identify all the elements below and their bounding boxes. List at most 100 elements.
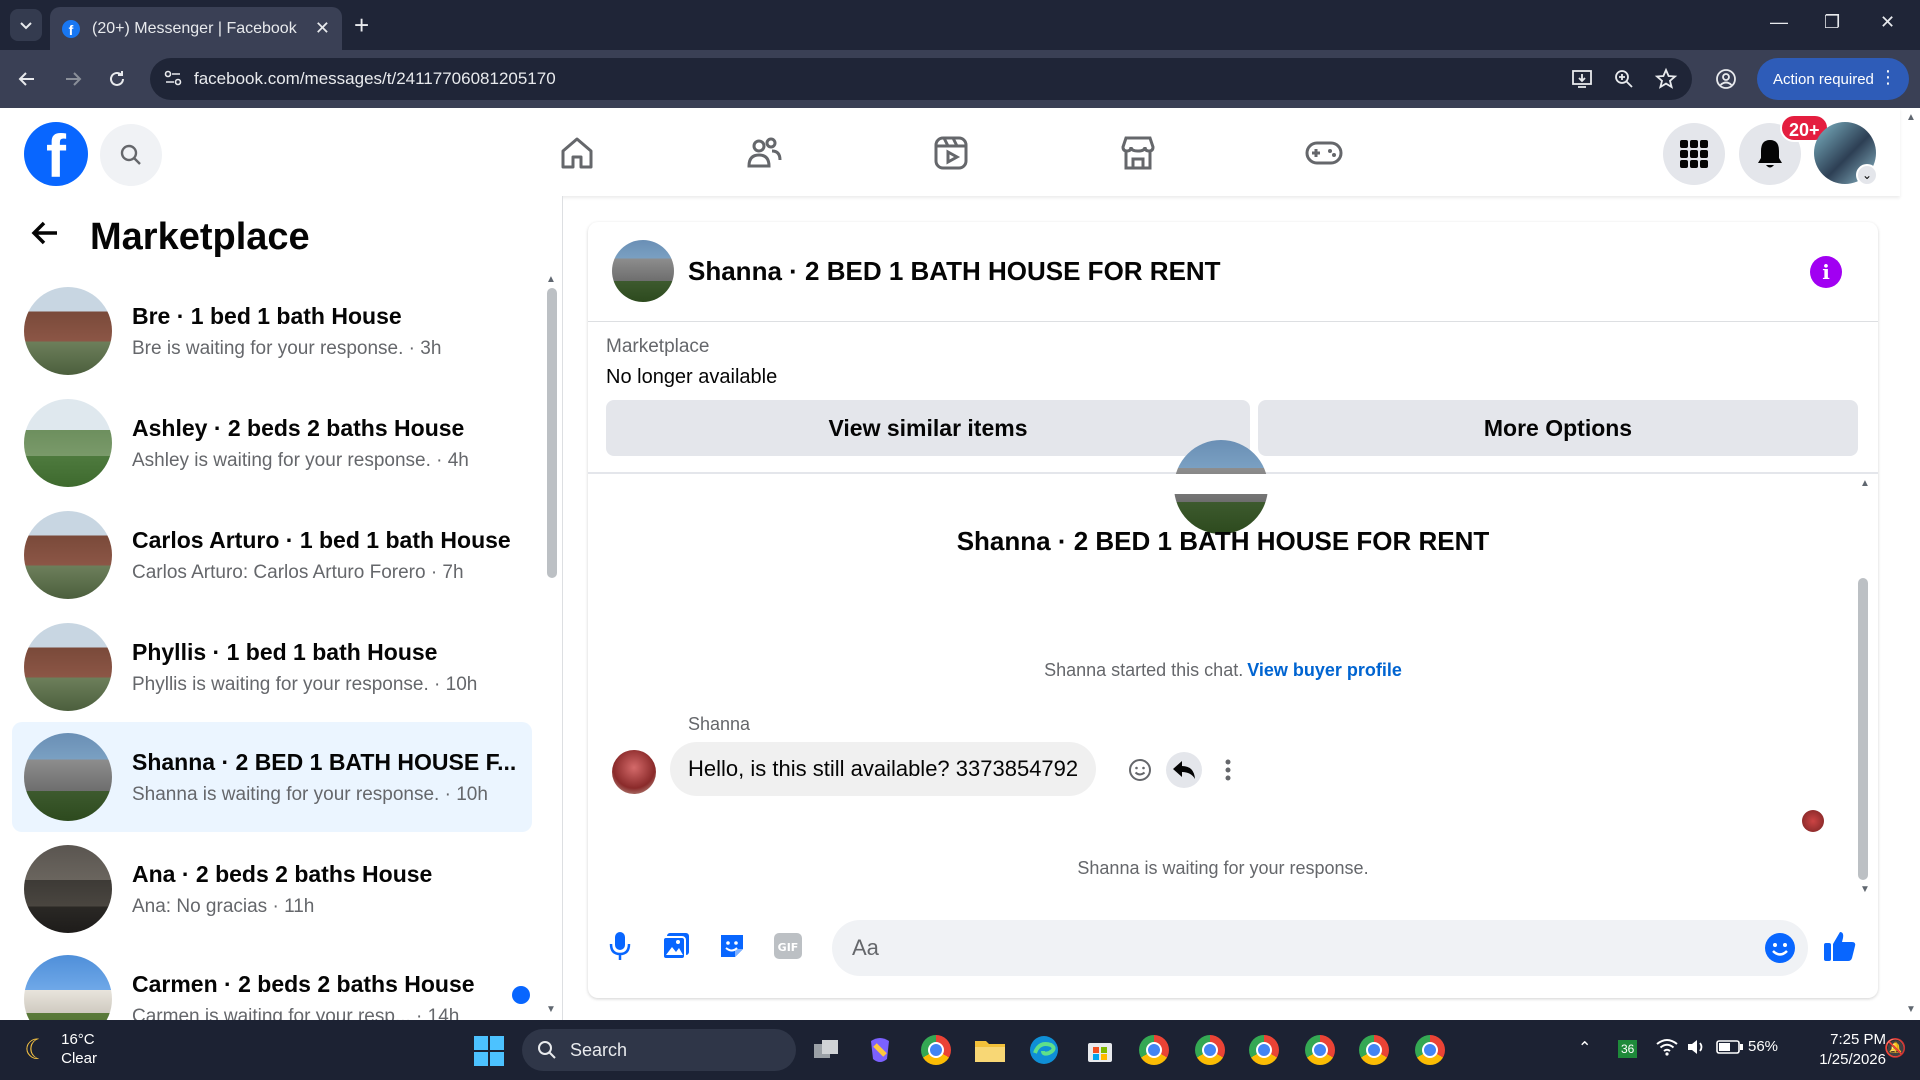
- chevron-up-icon[interactable]: ⌃: [1578, 1038, 1591, 1058]
- volume-icon[interactable]: [1686, 1038, 1708, 1061]
- more-options-button[interactable]: More Options: [1258, 400, 1858, 456]
- minimize-button[interactable]: —: [1770, 12, 1788, 33]
- listing-thumbnail: [24, 845, 112, 933]
- sticker-button[interactable]: [714, 928, 750, 964]
- emoji-icon[interactable]: [1764, 932, 1796, 964]
- reply-button[interactable]: [1166, 752, 1202, 788]
- forward-button[interactable]: [56, 62, 90, 96]
- gaming-tab[interactable]: [1299, 130, 1349, 176]
- view-similar-items-button[interactable]: View similar items: [606, 400, 1250, 456]
- chrome-profile-icon[interactable]: [1412, 1032, 1448, 1068]
- scroll-up-arrow-icon[interactable]: ▲: [1860, 478, 1870, 489]
- conversation-item[interactable]: Phyllis · 1 bed 1 bath House Phyllis is …: [12, 612, 532, 722]
- facebook-favicon-icon: f: [62, 19, 80, 38]
- action-required-label: Action required: [1773, 70, 1874, 88]
- menu-button[interactable]: [1663, 123, 1725, 185]
- attach-photo-button[interactable]: [658, 928, 694, 964]
- home-tab[interactable]: [552, 130, 602, 176]
- sender-avatar[interactable]: [612, 750, 656, 794]
- friends-tab[interactable]: [739, 130, 789, 176]
- conversation-item[interactable]: Bre · 1 bed 1 bath House Bre is waiting …: [12, 276, 532, 386]
- started-text: Shanna started this chat.: [1044, 660, 1244, 680]
- reload-button[interactable]: [100, 62, 134, 96]
- conversation-item[interactable]: Carlos Arturo · 1 bed 1 bath House Carlo…: [12, 500, 532, 610]
- tab-search-button[interactable]: [10, 9, 42, 41]
- chrome-profile-icon[interactable]: [1192, 1032, 1228, 1068]
- chrome-profile-icon[interactable]: [1302, 1032, 1338, 1068]
- edge-icon[interactable]: [1026, 1032, 1062, 1068]
- site-settings-icon[interactable]: [162, 67, 184, 89]
- chrome-profile-icon[interactable]: [1136, 1032, 1172, 1068]
- chevron-down-icon[interactable]: ⌄: [1856, 164, 1878, 186]
- chrome-profile-icon[interactable]: [1356, 1032, 1392, 1068]
- zoom-icon[interactable]: [1612, 67, 1636, 91]
- system-clock[interactable]: 7:25 PM 1/25/2026: [1796, 1030, 1886, 1070]
- view-buyer-profile-link[interactable]: View buyer profile: [1247, 660, 1402, 680]
- notification-bell-icon[interactable]: 🔕: [1884, 1038, 1906, 1059]
- battery-indicator[interactable]: 56%: [1716, 1038, 1778, 1055]
- install-app-icon[interactable]: [1570, 67, 1594, 91]
- m365-icon[interactable]: [862, 1032, 898, 1068]
- video-tab[interactable]: [926, 130, 976, 176]
- file-explorer-icon[interactable]: [972, 1032, 1008, 1068]
- conversation-preview: Carlos Arturo: Carlos Arturo Forero · 7h: [132, 561, 464, 583]
- conversations-scrollbar[interactable]: [547, 288, 557, 578]
- react-button[interactable]: [1122, 752, 1158, 788]
- marketplace-tab[interactable]: [1113, 130, 1163, 176]
- new-tab-button[interactable]: +: [354, 10, 369, 40]
- store-icon[interactable]: [1082, 1032, 1118, 1068]
- profile-icon[interactable]: [1714, 67, 1738, 91]
- like-button[interactable]: [1822, 928, 1858, 964]
- facebook-logo-icon[interactable]: f: [24, 122, 88, 186]
- listing-thumbnail: [24, 733, 112, 821]
- back-arrow-icon[interactable]: [30, 218, 60, 257]
- listing-avatar[interactable]: [612, 240, 674, 302]
- address-bar[interactable]: facebook.com/messages/t/2411770608120517…: [150, 58, 1692, 100]
- windows-start-icon[interactable]: [474, 1036, 504, 1066]
- search-icon: [538, 1041, 556, 1059]
- page-scroll-up-icon[interactable]: ▲: [1906, 112, 1916, 123]
- scroll-down-arrow-icon[interactable]: ▼: [546, 1004, 556, 1015]
- task-view-icon[interactable]: [808, 1032, 844, 1068]
- taskbar-search[interactable]: Search: [522, 1029, 796, 1071]
- voice-clip-button[interactable]: [602, 928, 638, 964]
- weather-temp: 16°C: [61, 1031, 95, 1048]
- scroll-down-arrow-icon[interactable]: ▼: [1860, 884, 1870, 895]
- action-required-button[interactable]: Action required ⋮: [1757, 58, 1909, 100]
- arrow-left-icon: [18, 72, 34, 86]
- message-input[interactable]: Aa: [832, 920, 1808, 976]
- conversation-item[interactable]: Ana · 2 beds 2 baths House Ana: No graci…: [12, 834, 532, 944]
- browser-tab[interactable]: f (20+) Messenger | Facebook ✕: [50, 7, 342, 50]
- weather-widget[interactable]: ☾ 16°C Clear: [24, 1030, 97, 1068]
- chat-listing-title: Shanna · 2 BED 1 BATH HOUSE FOR RENT: [956, 526, 1490, 556]
- message-bubble[interactable]: Hello, is this still available? 33738547…: [670, 742, 1097, 796]
- more-actions-button[interactable]: [1210, 752, 1246, 788]
- conversation-header: Shanna · 2 BED 1 BATH HOUSE FOR RENT i: [588, 222, 1878, 322]
- wifi-icon[interactable]: [1656, 1038, 1678, 1061]
- tab-close-icon[interactable]: ✕: [315, 18, 330, 39]
- more-vert-icon: ⋮: [1879, 67, 1897, 87]
- chat-started-note: Shanna started this chat. View buyer prof…: [588, 660, 1858, 681]
- conversation-preview: Ana: No gracias · 11h: [132, 895, 315, 917]
- bookmark-star-icon[interactable]: [1654, 67, 1678, 91]
- tray-app-badge[interactable]: 36: [1618, 1040, 1638, 1058]
- restore-button[interactable]: ❐: [1824, 12, 1840, 33]
- info-icon[interactable]: i: [1810, 256, 1842, 288]
- chat-scrollbar[interactable]: [1858, 578, 1868, 880]
- back-button[interactable]: [10, 62, 44, 96]
- conversation-title[interactable]: Shanna · 2 BED 1 BATH HOUSE FOR RENT: [688, 256, 1221, 287]
- search-button[interactable]: [100, 124, 162, 186]
- scroll-up-arrow-icon[interactable]: ▲: [546, 274, 556, 285]
- conversation-preview: Phyllis is waiting for your response. · …: [132, 673, 478, 695]
- clock-time: 7:25 PM: [1830, 1031, 1886, 1048]
- gif-button[interactable]: GIF: [770, 928, 806, 964]
- page-scroll-down-icon[interactable]: ▼: [1906, 1004, 1916, 1015]
- close-window-button[interactable]: ✕: [1880, 12, 1895, 33]
- chrome-profile-icon[interactable]: [1246, 1032, 1282, 1068]
- conversation-item[interactable]: Ashley · 2 beds 2 baths House Ashley is …: [12, 388, 532, 498]
- waiting-note: Shanna is waiting for your response.: [1077, 858, 1369, 878]
- conversation-item-active[interactable]: Shanna · 2 BED 1 BATH HOUSE F... Shanna …: [12, 722, 532, 832]
- chrome-icon[interactable]: [918, 1032, 954, 1068]
- conversation-name: Ashley · 2 beds 2 baths House: [132, 414, 465, 441]
- marketplace-label: Marketplace: [606, 336, 710, 357]
